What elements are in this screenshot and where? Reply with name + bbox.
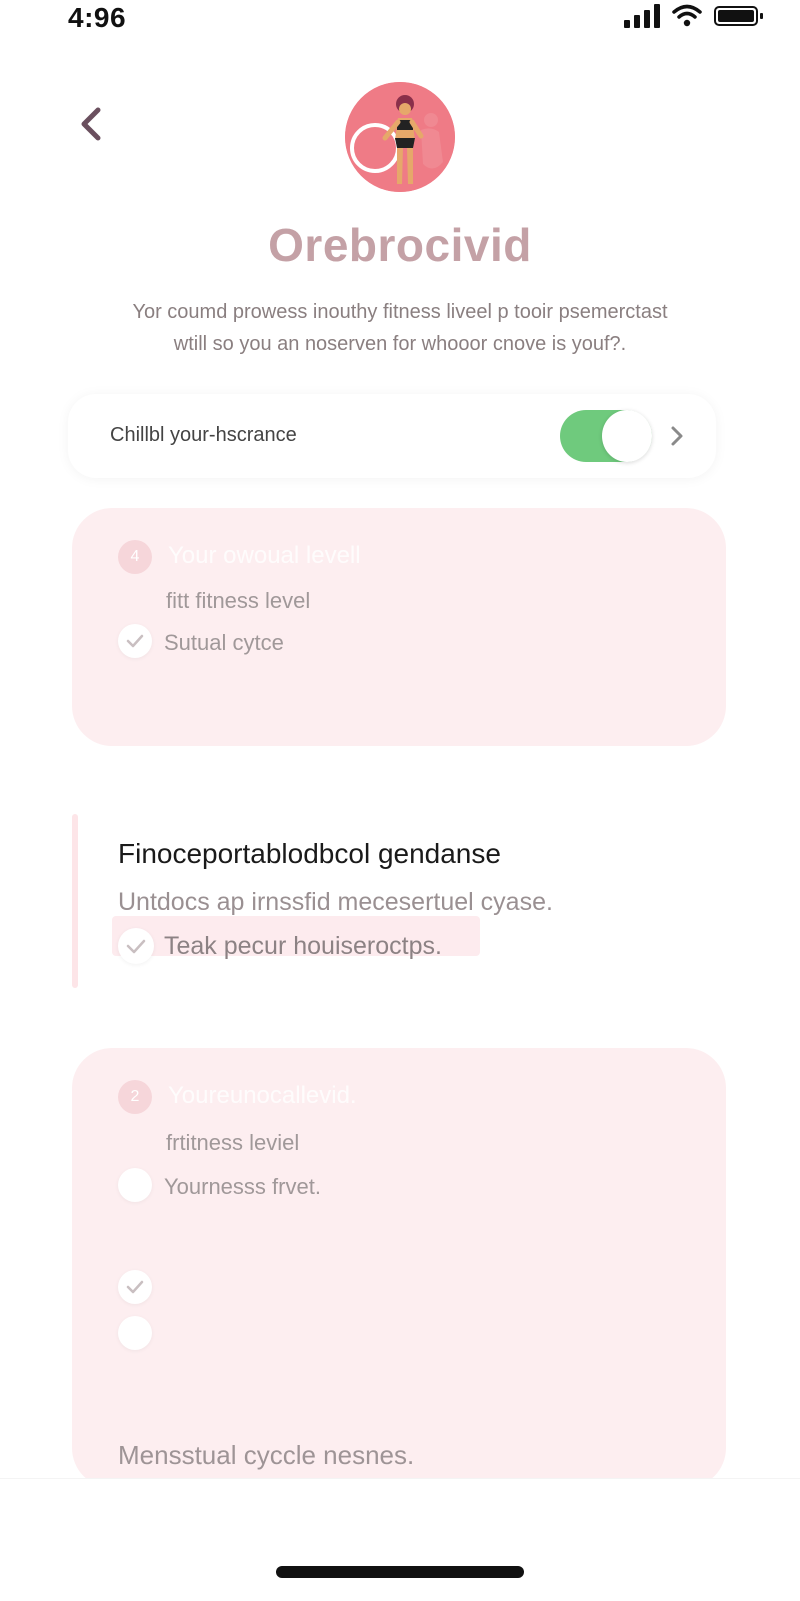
wifi-icon	[672, 4, 702, 27]
signal-icon	[624, 4, 660, 28]
page-title: Orebrocivid	[268, 219, 532, 271]
checkbox[interactable]	[118, 624, 152, 658]
page-description: Yor coumd prowess inouthy fitness liveel…	[90, 296, 710, 360]
section-accent-bar	[72, 814, 78, 988]
status-bar: 4:96	[0, 0, 800, 40]
step-number-badge: 2	[118, 1080, 152, 1114]
step-number-badge: 4	[118, 540, 152, 574]
section-subheading: Untdocs ap irnssfid mecesertuel cyase.	[118, 888, 553, 916]
back-button[interactable]	[72, 100, 112, 148]
card-line: frtitness leviel	[166, 1130, 300, 1155]
card-footer-text: Mensstual cyccle nesnes.	[118, 1440, 415, 1470]
status-time: 4:96	[68, 2, 127, 33]
toggle-label: Chillbl your-hscrance	[110, 424, 297, 446]
fitness-woman-illustration	[345, 82, 455, 192]
toggle-row[interactable]: Chillbl your-hscrance	[68, 394, 716, 478]
checkbox[interactable]	[118, 1270, 152, 1304]
home-indicator[interactable]	[276, 1566, 524, 1578]
check-icon	[126, 634, 144, 648]
avatar	[345, 82, 455, 192]
option-label: Yournesss frvet.	[164, 1174, 321, 1199]
section-checkbox-label: Teak pecur houiseroctps.	[164, 932, 442, 960]
card-line: fitt fitness level	[166, 588, 311, 613]
check-icon	[126, 1280, 144, 1294]
section-checkbox[interactable]	[118, 928, 154, 964]
description-line-1: Yor coumd prowess inouthy fitness liveel…	[132, 301, 668, 323]
row-chevron[interactable]	[666, 422, 688, 450]
toggle-knob	[602, 410, 652, 462]
radio-option[interactable]	[118, 1316, 152, 1350]
check-icon	[126, 939, 146, 954]
card-heading: Youreunocallevid.	[168, 1082, 357, 1109]
chevron-right-icon	[671, 426, 683, 446]
bottom-bar	[0, 1478, 800, 1601]
toggle-switch[interactable]	[560, 410, 652, 462]
battery-icon	[714, 6, 763, 26]
checkbox-label: Sutual cytce	[164, 630, 284, 655]
card-heading: Your owoual levell	[168, 542, 361, 569]
description-line-2: wtill so you an noserven for whooor cnov…	[173, 333, 627, 355]
menstrual-cycle-card[interactable]: 2 Youreunocallevid. frtitness leviel You…	[72, 1048, 726, 1488]
fitness-level-card[interactable]: 4 Your owoual levell fitt fitness level …	[72, 508, 726, 746]
back-chevron-icon	[81, 107, 101, 141]
status-icons	[624, 4, 763, 28]
section-heading: Finoceportablodbcol gendanse	[118, 838, 501, 869]
radio-option[interactable]	[118, 1168, 152, 1202]
